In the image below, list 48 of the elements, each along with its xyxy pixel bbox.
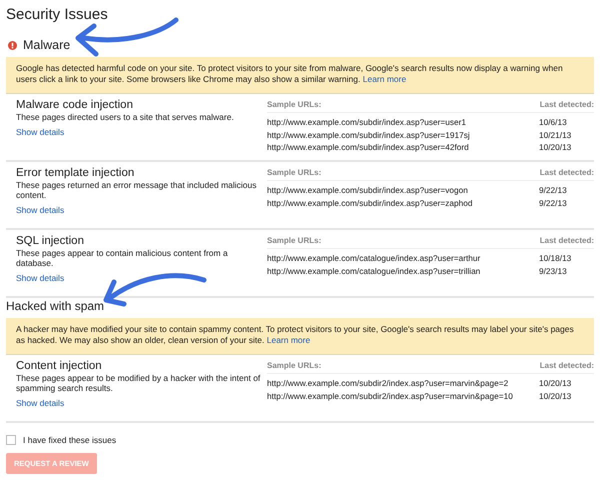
sample-url: http://www.example.com/subdir/index.asp?user=42ford bbox=[267, 141, 469, 154]
column-header: Sample URLs: bbox=[267, 236, 322, 245]
column-header: Last detected: bbox=[540, 236, 594, 245]
column-header: Last detected: bbox=[540, 100, 594, 109]
issue-title: Content injection bbox=[16, 359, 103, 373]
issue-title: Error template injection bbox=[16, 166, 136, 180]
sample-url: http://www.example.com/catalogue/index.asp?user=arthur bbox=[267, 252, 480, 264]
checkbox[interactable] bbox=[6, 435, 16, 445]
sample-url: http://www.example.com/subdir/index.asp?user=1917sj bbox=[267, 128, 470, 141]
show-details-link[interactable]: Show details bbox=[16, 398, 64, 408]
sample-url: http://www.example.com/subdir2/index.asp?user=marvin&page=10 bbox=[267, 390, 513, 402]
issue-title: Malware code injection bbox=[16, 98, 134, 112]
column-header: Sample URLs: bbox=[267, 168, 322, 177]
issue-description: These pages directed users to a site that serves malware. bbox=[16, 112, 235, 122]
sample-url: http://www.example.com/catalogue/index.asp?user=trillian bbox=[267, 264, 480, 277]
section-heading: Hacked with spam bbox=[6, 299, 104, 313]
warning-banner: Google has detected harmful code on your site. To protect visitors to your site from malware, Google's search results now display a warning when users click a link to your site. Some browsers like Chrome may also show a similar warning. Learn more bbox=[6, 57, 594, 94]
detected-date: 9/22/13 bbox=[539, 184, 568, 196]
detected-date: 10/20/13 bbox=[539, 390, 572, 402]
sample-url: http://www.example.com/subdir/index.asp?user=zaphod bbox=[267, 196, 472, 209]
column-header: Sample URLs: bbox=[267, 100, 322, 109]
page-title: Security Issues bbox=[6, 6, 109, 23]
checkbox-label: I have fixed these issues bbox=[23, 435, 116, 445]
column-header: Last detected: bbox=[540, 361, 594, 370]
detected-date: 10/20/13 bbox=[539, 141, 572, 154]
warning-banner: A hacker may have modified your site to contain spammy content. To protect visitors to your site, Google's search results may label your site's pages as hacked. We may also show an older, clean version of your site. Learn more bbox=[6, 318, 594, 355]
learn-more-link[interactable]: Learn more bbox=[266, 335, 310, 345]
detected-date: 9/23/13 bbox=[539, 264, 568, 277]
column-header: Sample URLs: bbox=[267, 361, 322, 370]
sample-url: http://www.example.com/subdir2/index.asp?user=marvin&page=2 bbox=[267, 377, 508, 390]
issue-title: SQL injection bbox=[16, 234, 85, 248]
show-details-link[interactable]: Show details bbox=[16, 127, 64, 137]
issue-description: These pages appear to be modified by a hacker with the intent of spamming search results. bbox=[16, 373, 261, 393]
learn-more-link[interactable]: Learn more bbox=[362, 74, 406, 84]
issue-description: These pages appear to contain malicious content from a database. bbox=[16, 248, 229, 268]
sample-url: http://www.example.com/subdir/index.asp?user=user1 bbox=[267, 116, 466, 128]
detected-date: 10/20/13 bbox=[539, 377, 572, 390]
issue-description: These pages returned an error message that included malicious content. bbox=[16, 180, 258, 200]
detected-date: 9/22/13 bbox=[539, 196, 568, 209]
show-details-link[interactable]: Show details bbox=[16, 273, 64, 283]
show-details-link[interactable]: Show details bbox=[16, 205, 64, 215]
alert-icon bbox=[8, 40, 17, 50]
column-header: Last detected: bbox=[540, 168, 594, 177]
detected-date: 10/21/13 bbox=[539, 128, 572, 141]
detected-date: 10/6/13 bbox=[539, 116, 568, 128]
detected-date: 10/18/13 bbox=[539, 252, 572, 264]
sample-url: http://www.example.com/subdir/index.asp?user=vogon bbox=[267, 184, 468, 196]
section-heading: Malware bbox=[23, 38, 70, 52]
